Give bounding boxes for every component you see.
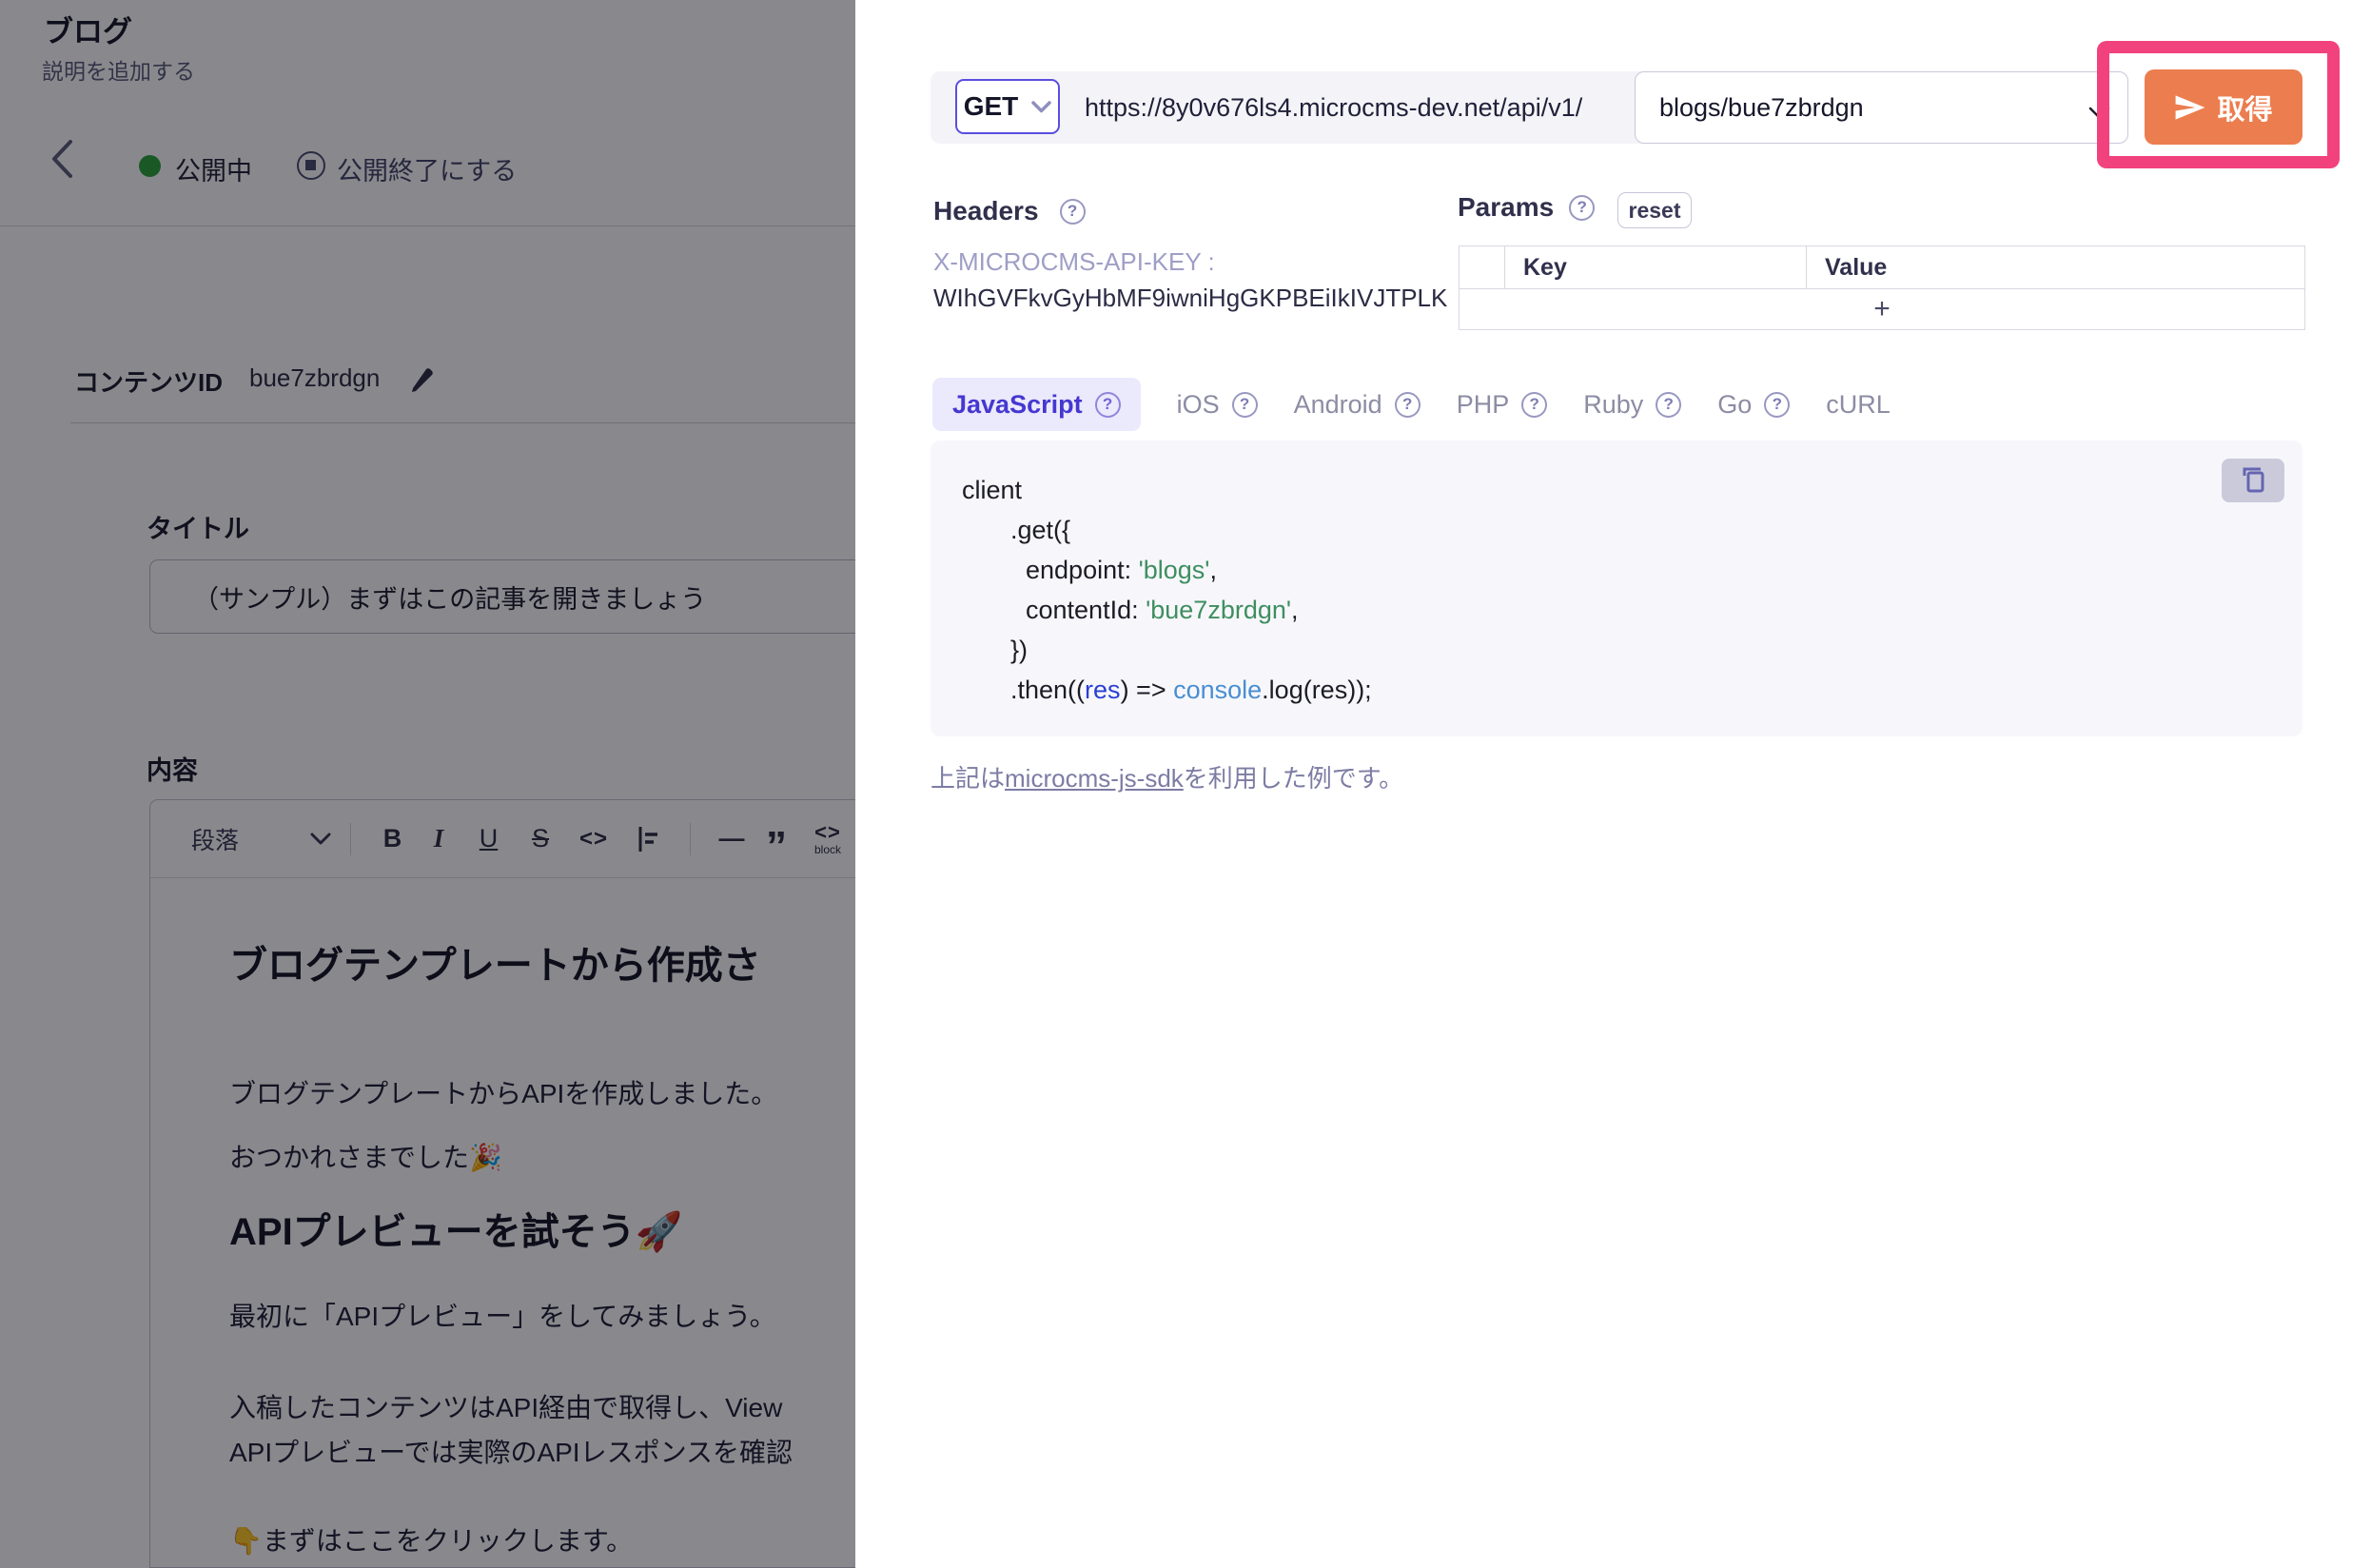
tab-help-icon[interactable]: ? [1395,392,1421,418]
send-icon [2174,94,2206,121]
code-token-string: 'bue7zbrdgn' [1146,596,1291,624]
code-token: endpoint: [1026,556,1139,584]
code-line: .get({ [962,510,2302,550]
code-line: }) [962,630,2302,670]
tab-php[interactable]: PHP ? [1457,378,1548,431]
headers-help-icon[interactable]: ? [1060,199,1086,225]
api-preview-screen: ブログ 説明を追加する 公開中 公開終了にする コンテンツID bue7zbrd… [0,0,2371,1568]
params-table: Key Value + [1459,245,2305,330]
fetch-button-label: 取得 [2217,88,2272,127]
code-token: contentId: [1026,596,1146,624]
modal-backdrop[interactable] [0,0,855,1568]
params-title-text: Params [1458,192,1554,223]
code-snippet-block: client .get({ endpoint: 'blogs', content… [931,441,2302,736]
tab-label: Ruby [1583,390,1643,420]
params-section-title: Params ? [1458,192,1595,223]
method-label: GET [964,91,1019,122]
chevron-down-icon [1031,101,1051,113]
api-key-value: WIhGVFkvGyHbMF9iwniHgGKPBEiIkIVJTPLK [933,284,1447,313]
code-line: client [962,470,2302,510]
tab-help-icon[interactable]: ? [1521,392,1547,418]
params-header-row: Key Value [1460,246,2304,289]
code-line: endpoint: 'blogs', [962,550,2302,590]
tab-label: cURL [1826,390,1891,420]
add-param-button[interactable]: + [1460,289,2304,329]
tab-go[interactable]: Go ? [1717,378,1790,431]
api-key-label: X-MICROCMS-API-KEY : [933,247,1215,277]
note-suffix: を利用した例です。 [1184,764,1403,793]
tab-help-icon[interactable]: ? [1764,392,1790,418]
code-token: .log(res)); [1262,676,1372,704]
tab-label: PHP [1457,390,1510,420]
params-key-header: Key [1505,246,1807,288]
tab-android[interactable]: Android ? [1294,378,1421,431]
code-token-var: res [1085,676,1121,704]
code-token-string: 'blogs' [1139,556,1210,584]
code-token: .then(( [1010,676,1085,704]
params-value-header: Value [1807,246,2304,288]
tab-help-icon[interactable]: ? [1095,392,1121,418]
base-url-text: https://8y0v676ls4.microcms-dev.net/api/… [1085,71,1582,144]
code-token: , [1291,596,1299,624]
params-checkbox-column [1460,246,1505,288]
code-line: .then((res) => console.log(res)); [962,670,2302,710]
tab-help-icon[interactable]: ? [1232,392,1258,418]
tab-curl[interactable]: cURL [1826,378,1891,431]
copy-code-button[interactable] [2222,459,2284,502]
params-help-icon[interactable]: ? [1569,195,1595,221]
tab-ruby[interactable]: Ruby ? [1583,378,1681,431]
code-token: , [1209,556,1217,584]
fetch-button[interactable]: 取得 [2145,69,2302,145]
tab-javascript[interactable]: JavaScript ? [932,378,1141,431]
language-tabs: JavaScript ? iOS ? Android ? PHP ? Ruby … [932,378,1891,431]
note-prefix: 上記は [931,764,1005,793]
tab-help-icon[interactable]: ? [1656,392,1681,418]
reset-params-button[interactable]: reset [1617,192,1692,228]
headers-section-title: Headers ? [933,196,1086,226]
tab-label: JavaScript [952,390,1083,420]
endpoint-value: blogs/bue7zbrdgn [1659,93,1864,123]
tab-label: Go [1717,390,1752,420]
sdk-link[interactable]: microcms-js-sdk [1005,764,1184,793]
sdk-note: 上記はmicrocms-js-sdkを利用した例です。 [931,759,1403,794]
tab-ios[interactable]: iOS ? [1177,378,1258,431]
code-token: ) => [1121,676,1174,704]
tab-label: Android [1294,390,1382,420]
endpoint-select[interactable]: blogs/bue7zbrdgn [1635,71,2128,144]
tab-label: iOS [1177,390,1220,420]
copy-icon [2237,464,2269,497]
request-bar: GET https://8y0v676ls4.microcms-dev.net/… [931,71,2128,144]
code-line: contentId: 'bue7zbrdgn', [962,590,2302,630]
headers-title-text: Headers [933,196,1039,226]
method-select[interactable]: GET [955,79,1060,134]
code-token-console: console [1173,676,1262,704]
